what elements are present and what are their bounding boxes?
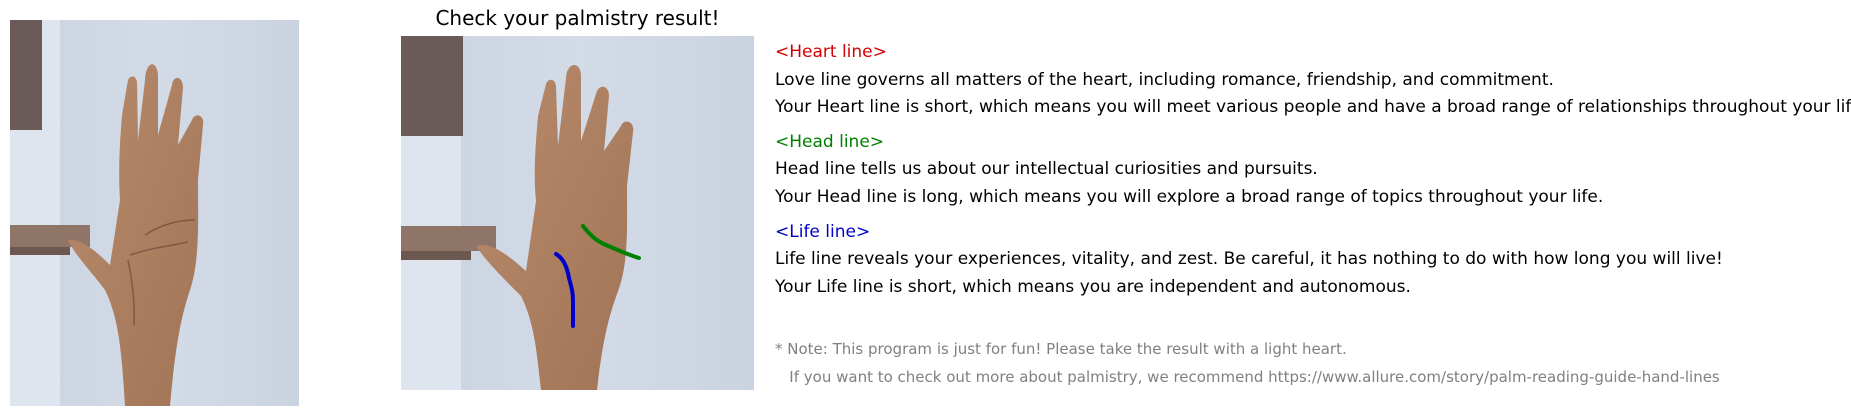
heart-line-description: Love line governs all matters of the hea… xyxy=(775,70,1554,90)
heart-line-result: Your Heart line is short, which means yo… xyxy=(775,97,1851,117)
life-line-header: <Life line> xyxy=(775,222,871,242)
head-line-header: <Head line> xyxy=(775,132,885,152)
fun-note: * Note: This program is just for fun! Pl… xyxy=(775,340,1347,358)
heart-line-header: <Heart line> xyxy=(775,42,887,62)
result-hand-photo xyxy=(401,36,754,390)
head-line-result: Your Head line is long, which means you … xyxy=(775,187,1604,207)
life-line-result: Your Life line is short, which means you… xyxy=(775,277,1411,297)
result-title: Check your palmistry result! xyxy=(435,6,720,30)
life-line-description: Life line reveals your experiences, vita… xyxy=(775,249,1723,269)
head-line-description: Head line tells us about our intellectua… xyxy=(775,159,1318,179)
input-hand-photo xyxy=(10,20,299,406)
reference-note: If you want to check out more about palm… xyxy=(775,368,1720,386)
